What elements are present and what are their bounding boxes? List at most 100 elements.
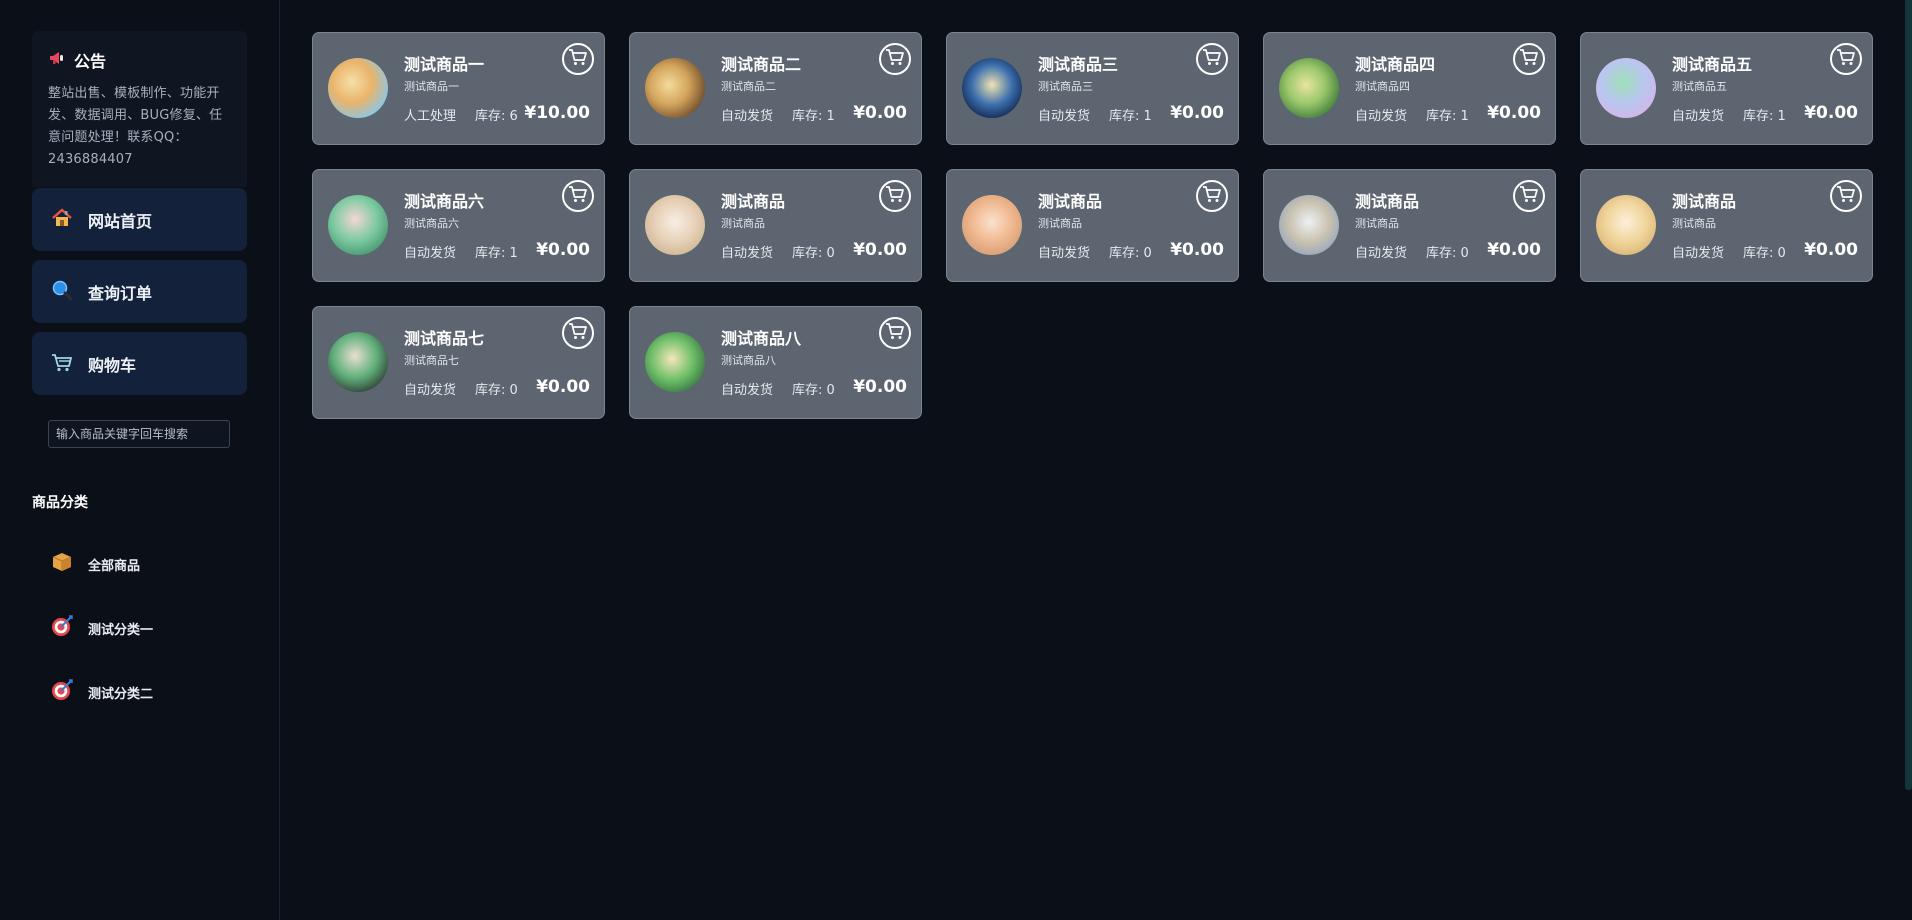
product-avatar: [1279, 58, 1339, 118]
nav-cart-button[interactable]: 购物车: [32, 332, 247, 395]
product-subtitle: 测试商品七: [404, 354, 459, 367]
notice-text: 整站出售、模板制作、功能开发、数据调用、BUG修复、任意问题处理！联系QQ：24…: [48, 86, 223, 167]
product-stock: 库存: 1: [1109, 109, 1152, 124]
cart-icon: [568, 48, 588, 70]
product-price: ¥0.00: [536, 377, 590, 397]
product-subtitle: 测试商品: [1355, 217, 1399, 230]
product-avatar: [962, 195, 1022, 255]
product-card[interactable]: 测试商品六 测试商品六 自动发货 库存: 1 ¥0.00: [312, 169, 605, 282]
product-price: ¥0.00: [1170, 240, 1224, 260]
product-stock: 库存: 1: [1743, 109, 1786, 124]
product-price: ¥0.00: [1487, 103, 1541, 123]
product-name: 测试商品: [721, 192, 786, 211]
product-subtitle: 测试商品六: [404, 217, 459, 230]
product-card[interactable]: 测试商品三 测试商品三 自动发货 库存: 1 ¥0.00: [946, 32, 1239, 145]
category-item-test-2[interactable]: 测试分类二: [50, 679, 153, 705]
add-to-cart-button[interactable]: [1830, 43, 1862, 75]
dart-target-icon: [50, 678, 74, 706]
nav-home-button[interactable]: 网站首页: [32, 188, 247, 251]
product-avatar: [962, 58, 1022, 118]
product-card[interactable]: 测试商品 测试商品 自动发货 库存: 0 ¥0.00: [946, 169, 1239, 282]
product-card[interactable]: 测试商品一 测试商品一 人工处理 库存: 6 ¥10.00: [312, 32, 605, 145]
add-to-cart-button[interactable]: [879, 43, 911, 75]
product-avatar: [328, 195, 388, 255]
category-item-test-1[interactable]: 测试分类一: [50, 615, 153, 641]
cart-icon: [50, 350, 74, 378]
product-price: ¥0.00: [1804, 103, 1858, 123]
product-delivery-type: 自动发货: [1672, 109, 1725, 124]
product-name: 测试商品五: [1672, 55, 1753, 74]
product-price: ¥10.00: [524, 103, 590, 123]
product-name: 测试商品一: [404, 55, 485, 74]
product-grid: 测试商品一 测试商品一 人工处理 库存: 6 ¥10.00 测试商品二 测试商品…: [312, 32, 1873, 419]
product-card[interactable]: 测试商品 测试商品 自动发货 库存: 0 ¥0.00: [629, 169, 922, 282]
nav-order-query-label: 查询订单: [88, 283, 153, 303]
product-avatar: [1279, 195, 1339, 255]
nav-home-label: 网站首页: [88, 211, 153, 231]
cart-icon: [1836, 185, 1856, 207]
add-to-cart-button[interactable]: [562, 317, 594, 349]
product-name: 测试商品二: [721, 55, 802, 74]
add-to-cart-button[interactable]: [562, 43, 594, 75]
product-card[interactable]: 测试商品 测试商品 自动发货 库存: 0 ¥0.00: [1580, 169, 1873, 282]
product-delivery-type: 人工处理: [404, 109, 457, 124]
scrollbar-thumb[interactable]: [1905, 0, 1912, 790]
product-delivery-type: 自动发货: [1355, 109, 1408, 124]
product-delivery-type: 自动发货: [721, 246, 774, 261]
product-subtitle: 测试商品: [1038, 217, 1082, 230]
category-title: 商品分类: [32, 495, 88, 511]
add-to-cart-button[interactable]: [879, 180, 911, 212]
product-card[interactable]: 测试商品八 测试商品八 自动发货 库存: 0 ¥0.00: [629, 306, 922, 419]
product-subtitle: 测试商品: [1672, 217, 1716, 230]
add-to-cart-button[interactable]: [879, 317, 911, 349]
product-card[interactable]: 测试商品五 测试商品五 自动发货 库存: 1 ¥0.00: [1580, 32, 1873, 145]
product-stock: 库存: 0: [1109, 246, 1152, 261]
cart-icon: [1519, 185, 1539, 207]
product-name: 测试商品: [1672, 192, 1737, 211]
product-name: 测试商品: [1355, 192, 1420, 211]
product-price: ¥0.00: [853, 377, 907, 397]
product-name: 测试商品四: [1355, 55, 1436, 74]
product-price: ¥0.00: [536, 240, 590, 260]
scrollbar[interactable]: [1905, 0, 1912, 920]
add-to-cart-button[interactable]: [1196, 180, 1228, 212]
product-card[interactable]: 测试商品四 测试商品四 自动发货 库存: 1 ¥0.00: [1263, 32, 1556, 145]
product-price: ¥0.00: [853, 103, 907, 123]
product-delivery-type: 自动发货: [1672, 246, 1725, 261]
add-to-cart-button[interactable]: [1513, 180, 1545, 212]
sidebar: 公告 整站出售、模板制作、功能开发、数据调用、BUG修复、任意问题处理！联系QQ…: [0, 0, 280, 920]
package-icon: [50, 550, 74, 578]
add-to-cart-button[interactable]: [1196, 43, 1228, 75]
product-delivery-type: 自动发货: [404, 383, 457, 398]
product-subtitle: 测试商品四: [1355, 80, 1410, 93]
notice-header: 公告: [48, 49, 231, 71]
product-avatar: [645, 58, 705, 118]
product-name: 测试商品七: [404, 329, 485, 348]
add-to-cart-button[interactable]: [1513, 43, 1545, 75]
product-avatar: [645, 195, 705, 255]
product-avatar: [645, 332, 705, 392]
category-item-all[interactable]: 全部商品: [50, 551, 140, 577]
product-price: ¥0.00: [853, 240, 907, 260]
magnifier-icon: [50, 278, 74, 306]
add-to-cart-button[interactable]: [1830, 180, 1862, 212]
product-name: 测试商品八: [721, 329, 802, 348]
category-item-label: 测试分类二: [88, 686, 154, 702]
product-card[interactable]: 测试商品七 测试商品七 自动发货 库存: 0 ¥0.00: [312, 306, 605, 419]
product-name: 测试商品六: [404, 192, 485, 211]
product-delivery-type: 自动发货: [1038, 109, 1091, 124]
product-price: ¥0.00: [1170, 103, 1224, 123]
product-card[interactable]: 测试商品 测试商品 自动发货 库存: 0 ¥0.00: [1263, 169, 1556, 282]
product-delivery-type: 自动发货: [404, 246, 457, 261]
cart-icon: [568, 322, 588, 344]
search-input[interactable]: [48, 420, 230, 448]
product-price: ¥0.00: [1804, 240, 1858, 260]
product-stock: 库存: 0: [475, 383, 518, 398]
nav-order-query-button[interactable]: 查询订单: [32, 260, 247, 323]
product-subtitle: 测试商品二: [721, 80, 776, 93]
product-stock: 库存: 0: [792, 246, 835, 261]
cart-icon: [885, 185, 905, 207]
product-avatar: [1596, 195, 1656, 255]
product-card[interactable]: 测试商品二 测试商品二 自动发货 库存: 1 ¥0.00: [629, 32, 922, 145]
add-to-cart-button[interactable]: [562, 180, 594, 212]
